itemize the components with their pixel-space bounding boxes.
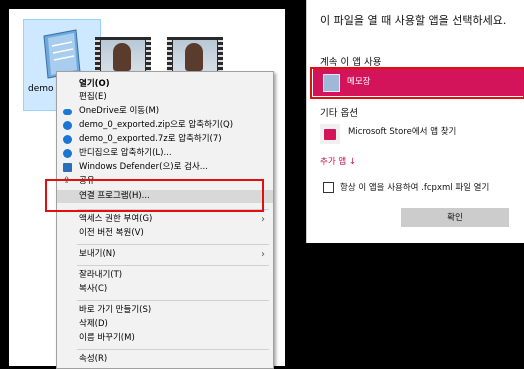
bandizip-icon [63,149,72,158]
menu-item-rename[interactable]: 이름 바꾸기(M) [57,332,273,345]
menu-item-grant-access[interactable]: 액세스 권한 부여(G) › [57,213,273,226]
other-options-heading: 기타 옵션 [320,108,358,119]
more-apps-link[interactable]: 추가 앱 ↓ [320,155,356,167]
menu-item-edit[interactable]: 편집(E) [57,91,273,104]
onedrive-icon [63,109,72,115]
chevron-right-icon: › [261,249,265,260]
highlight-box [310,67,524,99]
desktop-panel: demo 열기(O) 편집(E) OneDrive로 이동(M) demo_0_… [9,9,285,369]
menu-item-onedrive[interactable]: OneDrive로 이동(M) [57,105,273,118]
app-option-store[interactable]: Microsoft Store에서 앱 찾기 [320,124,520,146]
context-menu: 열기(O) 편집(E) OneDrive로 이동(M) demo_0_expor… [56,71,274,369]
bandizip-icon [63,121,72,130]
menu-item-properties[interactable]: 속성(R) [57,353,273,366]
bandizip-icon [63,135,72,144]
menu-item-send-to[interactable]: 보내기(N) › [57,248,273,261]
open-with-dialog: 이 파일을 열 때 사용할 앱을 선택하세요. 계속 이 앱 사용 메모장 기타… [306,0,524,243]
menu-item-create-shortcut[interactable]: 바로 가기 만들기(S) [57,304,273,317]
menu-item-restore-versions[interactable]: 이전 버전 복원(V) [57,227,273,240]
menu-item-copy[interactable]: 복사(C) [57,283,273,296]
menu-item-compress-bandizip[interactable]: 반디집으로 압축하기(L)... [57,147,273,160]
store-icon [320,124,340,144]
ok-button[interactable]: 확인 [401,208,509,227]
menu-item-defender-scan[interactable]: Windows Defender(으)로 검사... [57,161,273,174]
menu-item-compress-7z[interactable]: demo_0_exported.7z로 압축하기(7) [57,133,273,146]
dialog-title: 이 파일을 열 때 사용할 앱을 선택하세요. [320,14,507,27]
menu-separator [77,244,269,245]
always-use-checkbox[interactable] [323,182,334,193]
highlight-box [45,179,264,212]
menu-item-compress-zip[interactable]: demo_0_exported.zip으로 압축하기(Q) [57,119,273,132]
menu-separator [77,349,269,350]
chevron-right-icon: › [261,214,265,225]
menu-item-delete[interactable]: 삭제(D) [57,318,273,331]
menu-item-open[interactable]: 열기(O) [57,78,273,91]
menu-separator [77,265,269,266]
defender-icon [63,163,72,172]
always-use-label: 항상 이 앱을 사용하여 .fcpxml 파일 열기 [340,183,490,193]
keep-using-heading: 계속 이 앱 사용 [320,57,382,68]
app-option-label: Microsoft Store에서 앱 찾기 [348,127,457,137]
menu-item-cut[interactable]: 잘라내기(T) [57,269,273,282]
menu-separator [77,300,269,301]
